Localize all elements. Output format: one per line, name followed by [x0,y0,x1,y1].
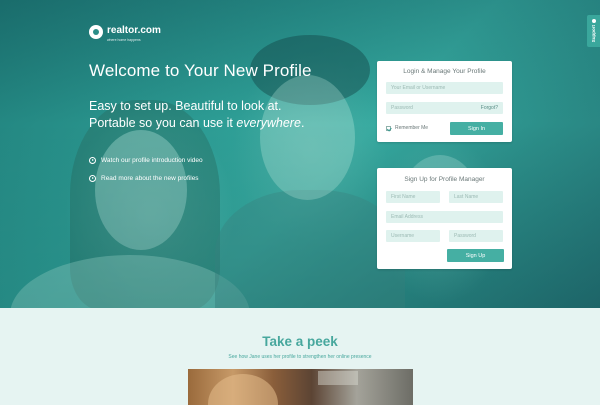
signup-email-input[interactable]: Email Address [386,211,503,223]
take-a-peek-heading: Take a peek [262,334,338,349]
hero-subtitle-emphasis: everywhere [236,116,301,130]
login-panel: Login & Manage Your Profile Your Email o… [377,61,512,142]
hero-subtitle-line2-suffix: . [300,116,305,130]
realtor-logo-icon [89,24,103,39]
signup-panel: Sign Up for Profile Manager First Name L… [377,168,512,269]
hero-subtitle-line2-prefix: Portable so you can use it [89,116,237,130]
hero-photo-man-face [260,75,355,200]
last-name-input[interactable]: Last Name [449,191,503,203]
hero-photo-woman-face [95,130,187,250]
read-more-link[interactable]: Read more about the new profiles [89,175,199,182]
hero-subtitle-line1: Easy to set up. Beautiful to look at. [89,99,282,113]
login-password-input[interactable]: Password Forgot? [386,102,503,114]
remember-me-label: Remember Me [395,125,429,131]
username-input[interactable]: Username [386,230,440,242]
hero-photo-woman-body [10,255,250,308]
brand-tagline: where home happens [107,38,141,42]
support-tab-label: Support [591,25,596,43]
login-email-placeholder: Your Email or Username [391,85,446,91]
last-name-placeholder: Last Name [454,194,479,200]
hero-subtitle: Easy to set up. Beautiful to look at. Po… [89,98,319,132]
username-placeholder: Username [391,233,415,239]
brand-name: realtor.com [107,25,161,36]
play-circle-icon [89,157,96,164]
login-panel-title: Login & Manage Your Profile [403,68,486,75]
signup-panel-title: Sign Up for Profile Manager [404,176,485,183]
login-email-input[interactable]: Your Email or Username [386,82,503,94]
login-password-placeholder: Password [391,105,413,111]
signup-password-input[interactable]: Password [449,230,503,242]
hero-title: Welcome to Your New Profile [89,61,312,80]
play-circle-icon [89,175,96,182]
watch-video-link[interactable]: Watch our profile introduction video [89,157,203,164]
sign-up-button[interactable]: Sign Up [447,249,504,262]
support-icon [591,19,596,24]
profile-video-thumbnail[interactable] [188,369,413,405]
forgot-password-link[interactable]: Forgot? [481,102,498,114]
signup-email-placeholder: Email Address [391,214,423,220]
remember-me-checkbox[interactable] [386,126,391,131]
watch-video-link-label: Watch our profile introduction video [101,157,203,164]
signup-password-placeholder: Password [454,233,476,239]
read-more-link-label: Read more about the new profiles [101,175,199,182]
first-name-input[interactable]: First Name [386,191,440,203]
first-name-placeholder: First Name [391,194,416,200]
realtor-logo[interactable]: realtor.com where home happens [89,20,161,43]
take-a-peek-subtitle: See how Jane uses her profile to strengt… [228,354,372,360]
sign-in-button[interactable]: Sign In [450,122,503,135]
support-tab[interactable]: Support [587,15,600,47]
